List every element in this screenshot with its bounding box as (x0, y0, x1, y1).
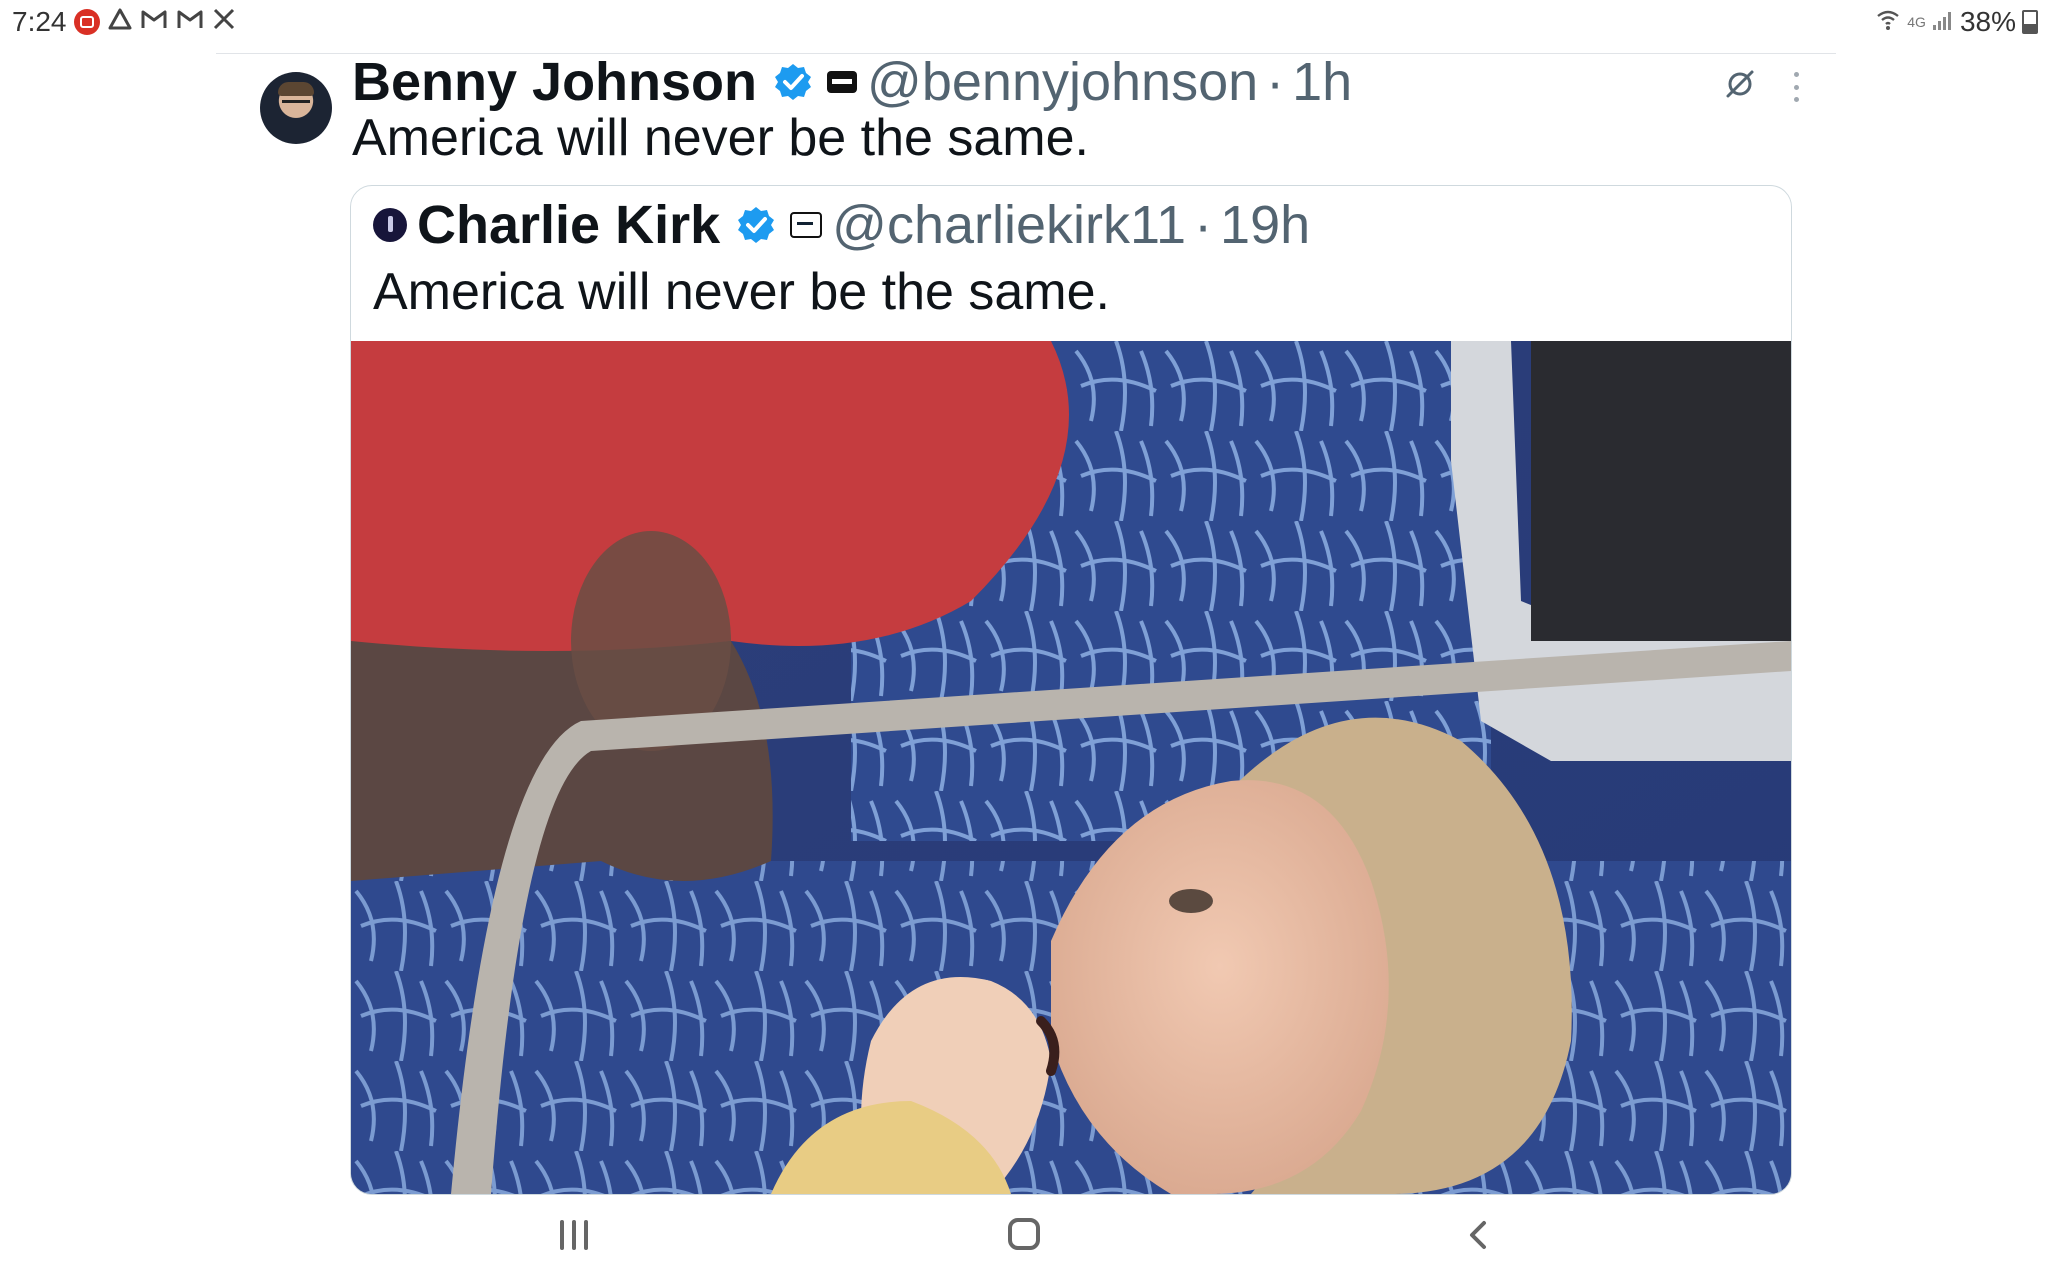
news-badge-icon (74, 8, 100, 35)
battery-icon (2022, 10, 2038, 34)
author-handle[interactable]: @bennyjohnson (867, 51, 1258, 113)
gmail-icon (176, 8, 204, 35)
network-type: 4G (1907, 14, 1926, 30)
tweet-timestamp[interactable]: 1h (1292, 51, 1352, 113)
quoted-author-name[interactable]: Charlie Kirk (417, 194, 720, 256)
separator-dot: · (1266, 52, 1285, 112)
status-right: 4G 38% (1875, 6, 2038, 38)
affiliation-badge-icon[interactable] (827, 71, 858, 93)
avatar[interactable] (260, 72, 332, 144)
x-logo-icon (212, 7, 236, 36)
home-icon[interactable] (1008, 1218, 1040, 1250)
wifi-icon (1875, 7, 1901, 38)
more-options-icon[interactable] (1790, 72, 1802, 102)
notification-icons (74, 7, 236, 36)
status-time: 7:24 (12, 6, 67, 37)
battery-percent: 38% (1959, 6, 2016, 37)
quoted-tweet-header: Charlie Kirk @charliekirk11 · 19h (373, 194, 1310, 256)
quoted-tweet-timestamp[interactable]: 19h (1220, 194, 1310, 256)
tweet-text: America will never be the same. (352, 109, 1089, 167)
back-icon[interactable] (1464, 1220, 1494, 1250)
navigation-bar (0, 1200, 2048, 1280)
alert-triangle-icon (108, 8, 132, 35)
separator-dot: · (1194, 195, 1213, 255)
quoted-author-handle[interactable]: @charliekirk11 (832, 194, 1186, 256)
author-name[interactable]: Benny Johnson (352, 51, 757, 113)
verified-badge-icon (738, 207, 775, 243)
recent-apps-icon[interactable] (560, 1220, 588, 1250)
signal-icon (1932, 9, 1954, 36)
affiliation-badge-icon[interactable] (790, 212, 823, 238)
tweet-header: Benny Johnson @bennyjohnson · 1h (352, 52, 1352, 112)
gmail-icon (140, 8, 168, 35)
status-bar: 7:24 4G 38% (0, 0, 2048, 44)
quoted-tweet-text: America will never be the same. (373, 263, 1110, 321)
quoted-tweet-image[interactable] (351, 341, 1791, 1194)
quoted-tweet-card[interactable]: Charlie Kirk @charliekirk11 · 19h Americ… (350, 185, 1792, 1195)
quoted-avatar[interactable] (373, 208, 407, 242)
verified-badge-icon (775, 64, 812, 100)
grok-icon[interactable] (1722, 66, 1758, 102)
